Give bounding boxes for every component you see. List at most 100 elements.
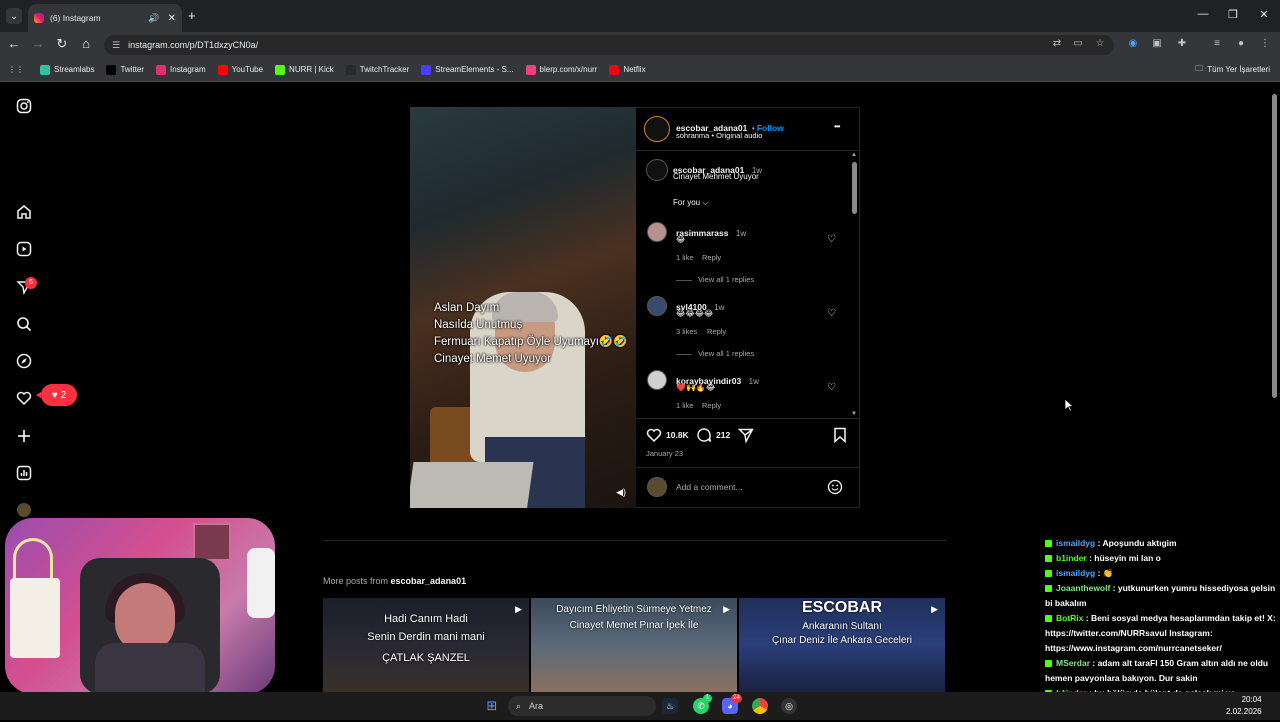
- emoji-icon[interactable]: [827, 479, 843, 500]
- tab-search-button[interactable]: ⌄: [6, 8, 22, 24]
- instagram-favicon-icon: [34, 13, 44, 23]
- chat-text: : 👏: [1095, 568, 1114, 578]
- like-icon[interactable]: [646, 427, 662, 448]
- bookmark-item[interactable]: TwitchTracker: [345, 64, 409, 75]
- windows-start-icon[interactable]: ⊞: [484, 698, 500, 714]
- puzzle-icon[interactable]: ✚: [1174, 38, 1190, 49]
- new-tab-button[interactable]: +: [188, 8, 196, 23]
- bookmark-item[interactable]: Streamlabs: [40, 64, 94, 75]
- bookmark-item[interactable]: Instagram: [156, 64, 206, 75]
- close-tab-icon[interactable]: ✕: [168, 13, 176, 24]
- maximize-button[interactable]: ❐: [1223, 8, 1243, 21]
- taskbar-search[interactable]: ⌕ Ara: [508, 696, 656, 716]
- instagram-logo-icon[interactable]: [15, 98, 33, 116]
- scroll-down-arrow-icon[interactable]: ▼: [851, 411, 857, 417]
- more-posts-author[interactable]: escobar_adana01: [391, 576, 467, 586]
- apps-icon[interactable]: ⋮⋮: [8, 65, 24, 74]
- comment-like-heart-icon[interactable]: ♡: [827, 308, 836, 319]
- dashboard-icon[interactable]: [15, 465, 33, 483]
- bookmark-item[interactable]: blerp.com/x/nurr: [525, 64, 597, 75]
- more-post-thumbnail[interactable]: Hadi Canım Hadi Senin Derdin mani mani Ç…: [323, 598, 529, 692]
- page-scroll-thumb[interactable]: [1272, 94, 1277, 398]
- comments-scroll-thumb[interactable]: [852, 162, 857, 214]
- bookmark-item[interactable]: Netflix: [609, 64, 646, 75]
- back-icon[interactable]: ←: [6, 36, 22, 51]
- bookmark-label: NURR | Kick: [289, 65, 334, 74]
- sort-dropdown[interactable]: For you ⌵: [673, 198, 708, 208]
- search-icon[interactable]: [15, 316, 33, 334]
- video-caption-line: Fermuarı Kapatıp Öyle Uyumayı🤣🤣: [434, 336, 628, 348]
- comment-header: rasimmarass 1w: [676, 223, 746, 241]
- more-options-icon[interactable]: •••: [834, 122, 840, 131]
- commenter-avatar[interactable]: [647, 222, 667, 242]
- caption-author-avatar[interactable]: [646, 159, 668, 181]
- comment-like-heart-icon[interactable]: ♡: [827, 382, 836, 393]
- reply-button[interactable]: Reply: [707, 327, 726, 336]
- more-post-thumbnail[interactable]: Dayıcım Ehliyetin Sürmeye Yetmez Cinayet…: [531, 598, 737, 692]
- notifications-heart-icon[interactable]: [15, 390, 33, 408]
- all-bookmarks[interactable]: 🗀 Tüm Yer İşaretleri: [1195, 63, 1270, 77]
- author-avatar[interactable]: [644, 116, 670, 142]
- comment-likes[interactable]: 1 like: [676, 401, 694, 410]
- reply-button[interactable]: Reply: [702, 401, 721, 410]
- profile-avatar[interactable]: ●: [1233, 38, 1249, 49]
- comment-count[interactable]: 212: [716, 430, 730, 440]
- bookmark-star-icon[interactable]: ☆: [1092, 38, 1108, 49]
- browser-tab[interactable]: (6) Instagram 🔊 ✕: [28, 4, 182, 32]
- site-settings-icon[interactable]: ☰: [112, 40, 120, 51]
- webcam-frame: [193, 523, 231, 561]
- chat-username: b1inder: [1056, 553, 1087, 563]
- home-nav-icon[interactable]: [15, 204, 33, 222]
- more-post-thumbnail[interactable]: ESCOBAR Ankaranın Sultanı Çınar Deniz İl…: [739, 598, 945, 692]
- extension-icon[interactable]: ▣: [1149, 38, 1165, 49]
- comment-like-heart-icon[interactable]: ♡: [827, 234, 836, 245]
- media-control-icon[interactable]: ≡: [1209, 38, 1225, 49]
- speaker-icon[interactable]: 🔊: [148, 13, 159, 24]
- chat-username: ismaildyg: [1056, 538, 1096, 548]
- comment-icon[interactable]: [696, 427, 712, 448]
- share-icon[interactable]: [737, 427, 754, 448]
- reload-icon[interactable]: ↻: [54, 36, 70, 52]
- close-window-button[interactable]: ✕: [1254, 8, 1274, 21]
- steam-icon[interactable]: ♨: [662, 698, 678, 714]
- save-icon[interactable]: [832, 427, 848, 448]
- bookmark-item[interactable]: Twitter: [106, 64, 144, 75]
- home-icon[interactable]: ⌂: [78, 36, 94, 51]
- likes-notification-pill[interactable]: ♥ 2: [36, 384, 77, 406]
- view-replies-button[interactable]: View all 1 replies: [698, 275, 754, 284]
- commenter-avatar[interactable]: [647, 296, 667, 316]
- minimize-button[interactable]: —: [1193, 8, 1213, 20]
- comment-likes[interactable]: 1 like: [676, 253, 694, 262]
- reply-button[interactable]: Reply: [702, 253, 721, 262]
- reels-icon[interactable]: [15, 241, 33, 259]
- create-plus-icon[interactable]: [15, 428, 33, 446]
- extension-audio-icon[interactable]: ◉: [1125, 38, 1141, 49]
- comments-scrollbar[interactable]: ▲ ▼: [851, 152, 857, 417]
- commenter-avatar[interactable]: [647, 370, 667, 390]
- bookmark-item[interactable]: StreamElements - S...: [421, 64, 514, 75]
- taskbar-clock[interactable]: 20:04 2.02.2026: [1226, 694, 1262, 718]
- chrome-icon[interactable]: [752, 698, 768, 714]
- obs-icon[interactable]: ◎: [781, 698, 797, 714]
- comment-likes[interactable]: 3 likes: [676, 327, 697, 336]
- bookmark-item[interactable]: YouTube: [217, 64, 263, 75]
- profile-avatar-nav[interactable]: [17, 503, 31, 517]
- post-video[interactable]: Aslan Dayım Nasılda Unutmuş Fermuarı Kap…: [410, 107, 636, 508]
- chat-message: Joaanthewolf : yutkunurken yumru hissedi…: [1041, 581, 1280, 611]
- view-replies-button[interactable]: View all 1 replies: [698, 349, 754, 358]
- explore-icon[interactable]: [15, 353, 33, 371]
- forward-icon[interactable]: →: [30, 36, 46, 51]
- reel-icon: ▶: [723, 604, 730, 614]
- bookmark-item[interactable]: NURR | Kick: [275, 64, 334, 75]
- add-comment-input[interactable]: Add a comment...: [676, 482, 743, 492]
- instagram-icon: [156, 64, 167, 75]
- translate-icon[interactable]: ⇄: [1049, 38, 1065, 49]
- install-app-icon[interactable]: ▭: [1070, 38, 1086, 49]
- like-count[interactable]: 10.8K: [666, 430, 689, 440]
- address-bar[interactable]: ☰ instagram.com/p/DT1dxzyCN0a/: [104, 35, 1114, 55]
- scroll-up-arrow-icon[interactable]: ▲: [851, 152, 857, 158]
- menu-icon[interactable]: ⋮: [1257, 38, 1273, 49]
- page-scrollbar[interactable]: [1271, 86, 1278, 688]
- audio-info[interactable]: sohranma • Original audio: [676, 131, 762, 140]
- mute-icon[interactable]: ◀): [616, 487, 626, 498]
